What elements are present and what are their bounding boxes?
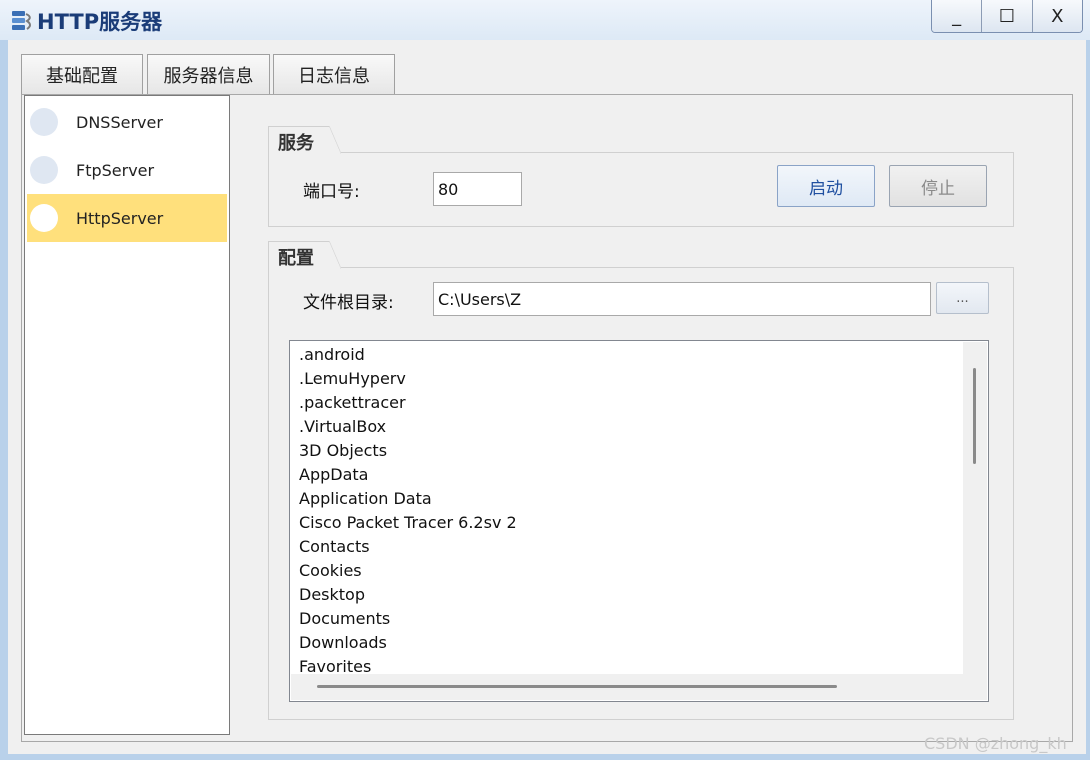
- tab-basic-config[interactable]: 基础配置: [21, 54, 143, 94]
- server-status-icon: [30, 108, 58, 136]
- list-item[interactable]: Desktop: [299, 583, 365, 607]
- vertical-scrollbar[interactable]: [963, 342, 987, 675]
- window-client-area: 基础配置 服务器信息 日志信息 DNSServer FtpServer Http…: [8, 40, 1086, 754]
- file-list[interactable]: .android .LemuHyperv .packettracer .Virt…: [289, 340, 989, 702]
- tab-server-info[interactable]: 服务器信息: [147, 54, 270, 94]
- list-item[interactable]: .android: [299, 343, 365, 367]
- config-group-title: 配置: [268, 241, 341, 269]
- maximize-button[interactable]: ☐: [982, 0, 1033, 32]
- vertical-scroll-thumb[interactable]: [973, 368, 976, 464]
- server-item-label: HttpServer: [76, 208, 164, 228]
- minimize-button[interactable]: _: [932, 0, 983, 32]
- root-dir-label: 文件根目录:: [303, 293, 394, 313]
- root-dir-input[interactable]: [433, 282, 931, 316]
- list-item[interactable]: 3D Objects: [299, 439, 387, 463]
- service-group-title: 服务: [268, 126, 341, 154]
- list-item[interactable]: .packettracer: [299, 391, 406, 415]
- tab-panel: DNSServer FtpServer HttpServer 服务 端口号: 启…: [21, 94, 1073, 742]
- server-item-http[interactable]: HttpServer: [27, 194, 227, 242]
- list-item[interactable]: Downloads: [299, 631, 387, 655]
- server-item-ftp[interactable]: FtpServer: [27, 146, 227, 194]
- window-title: HTTP服务器: [37, 10, 163, 34]
- browse-button[interactable]: ...: [936, 282, 989, 314]
- server-list[interactable]: DNSServer FtpServer HttpServer: [24, 95, 230, 735]
- list-item[interactable]: Cisco Packet Tracer 6.2sv 2: [299, 511, 517, 535]
- stop-button[interactable]: 停止: [889, 165, 987, 207]
- list-item[interactable]: Contacts: [299, 535, 370, 559]
- server-item-label: FtpServer: [76, 160, 155, 180]
- list-item[interactable]: Cookies: [299, 559, 362, 583]
- port-input[interactable]: [433, 172, 522, 206]
- list-item[interactable]: .LemuHyperv: [299, 367, 406, 391]
- list-item[interactable]: .VirtualBox: [299, 415, 386, 439]
- service-group: 服务 端口号: 启动 停止: [268, 126, 1014, 227]
- tab-log-info[interactable]: 日志信息: [273, 54, 395, 94]
- server-item-dns[interactable]: DNSServer: [27, 98, 227, 146]
- window-controls: _ ☐ X: [931, 0, 1083, 33]
- watermark: CSDN @zhong_kh: [924, 734, 1067, 753]
- horizontal-scroll-thumb[interactable]: [317, 685, 837, 688]
- start-button[interactable]: 启动: [777, 165, 875, 207]
- server-status-icon: [30, 156, 58, 184]
- list-item[interactable]: AppData: [299, 463, 368, 487]
- horizontal-scrollbar[interactable]: [291, 674, 963, 700]
- server-app-icon: [12, 11, 31, 30]
- port-label: 端口号:: [303, 182, 360, 202]
- server-item-label: DNSServer: [76, 112, 163, 132]
- close-button[interactable]: X: [1032, 0, 1082, 32]
- scrollbar-corner: [963, 674, 987, 700]
- server-status-icon: [30, 204, 58, 232]
- title-bar: HTTP服务器 _ ☐ X: [0, 0, 1090, 40]
- list-item[interactable]: Application Data: [299, 487, 432, 511]
- list-item[interactable]: Documents: [299, 607, 390, 631]
